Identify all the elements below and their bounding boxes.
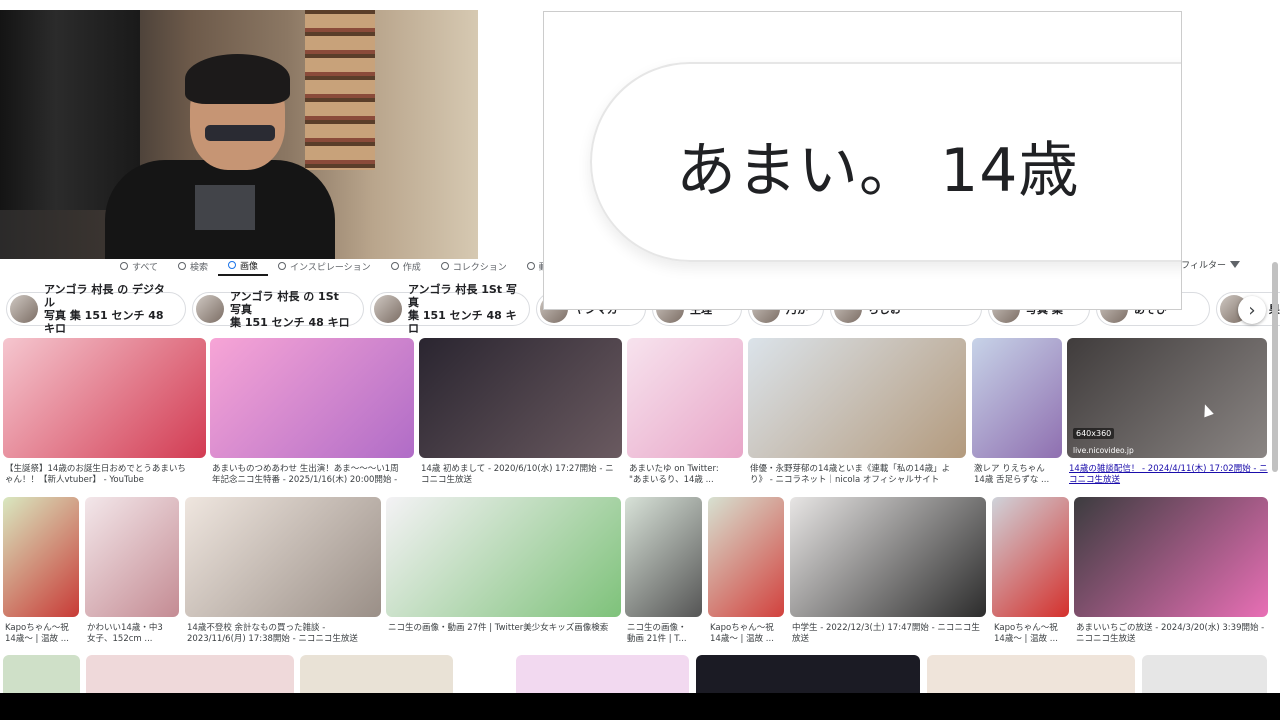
image-source-site: live.nicovideo.jp — [1073, 446, 1134, 455]
result-image[interactable] — [1074, 497, 1268, 617]
related-search-chip[interactable]: アンゴラ 村長 の 1St 写真 集 151 センチ 48 キロ — [192, 289, 364, 329]
chevron-right-icon[interactable]: › — [1238, 296, 1266, 324]
search-tabs: すべて検索画像インスピレーション作成コレクション動画 — [110, 256, 567, 276]
result-image[interactable] — [185, 497, 381, 617]
zoomed-search-box: あまい。 14歳 — [543, 11, 1182, 310]
search-query-text: あまい。 14歳 — [676, 136, 1080, 206]
scrollbar[interactable] — [1272, 262, 1278, 472]
result-image[interactable] — [748, 338, 966, 458]
tab-1[interactable]: 検索 — [168, 256, 218, 276]
result-image[interactable] — [625, 497, 702, 617]
tab-0[interactable]: すべて — [110, 256, 168, 276]
result-image[interactable] — [86, 655, 294, 693]
result-caption[interactable]: 14歳の雑談配信！ - 2024/4/11(木) 17:02開始 - ニ コニコ… — [1069, 464, 1279, 486]
result-image[interactable] — [972, 338, 1062, 458]
chip-label: アンゴラ 村長 の デジタル 写真 集 151 センチ 48 キロ — [44, 283, 165, 335]
result-caption[interactable]: 14歳 初めまして - 2020/6/10(水) 17:27開始 - ニ コニコ… — [421, 464, 634, 486]
screen: { "search_tabs": [ {"label": "すべて", "ico… — [0, 0, 1280, 720]
chip-label: アンゴラ 村長 1St 写真 集 151 センチ 48 キロ — [408, 283, 517, 335]
tab-label: 検索 — [190, 262, 209, 273]
result-image[interactable] — [708, 497, 784, 617]
image-icon — [228, 261, 237, 269]
result-caption[interactable]: 【生誕祭】14歳のお誕生日おめでとうあまいち ゃん！！【新人vtuber】 - … — [5, 464, 218, 486]
webcam-glasses — [205, 125, 275, 141]
tab-label: 作成 — [402, 262, 421, 273]
tab-2[interactable]: 画像 — [218, 256, 269, 276]
tab-label: コレクション — [452, 262, 507, 273]
result-image[interactable] — [516, 655, 689, 693]
related-search-chip[interactable]: アンゴラ 村長 1St 写真 集 151 センチ 48 キロ — [370, 283, 530, 335]
collection-icon — [440, 262, 449, 270]
webcam-bookshelf — [305, 10, 375, 170]
result-image[interactable] — [627, 338, 743, 458]
tab-3[interactable]: インスピレーション — [268, 256, 381, 276]
result-caption[interactable]: あまいいちごの放送 - 2024/3/20(水) 3:39開始 - ニコニコ生放… — [1076, 623, 1280, 645]
result-image[interactable] — [3, 338, 206, 458]
result-image[interactable] — [3, 497, 79, 617]
create-icon — [390, 262, 399, 270]
result-caption[interactable]: 中学生 - 2022/12/3(土) 17:47開始 - ニコニコ生 放送 — [792, 623, 1018, 645]
tab-label: 画像 — [240, 261, 259, 272]
result-caption[interactable]: あまいものつめあわせ 生出演！あま〜〜〜い1周 年記念ニコ生特番 - 2025/… — [212, 464, 426, 486]
result-caption[interactable]: 14歳不登校 余計なもの買った雑談 - 2023/11/6(月) 17:38開始… — [187, 623, 413, 645]
result-caption[interactable]: 俳優・永野芽郁の14歳といま《連載「私の14歳」よ り》 - ニコラネット｜ni… — [750, 464, 978, 486]
image-size-badge: 640x360 — [1073, 428, 1115, 439]
funnel-icon — [1230, 261, 1240, 268]
tab-label: すべて — [132, 262, 159, 273]
search-icon — [178, 262, 187, 270]
filters-label: フィルター — [1181, 261, 1226, 271]
result-image[interactable] — [790, 497, 986, 617]
bottom-black-bar — [0, 693, 1280, 720]
result-image[interactable] — [419, 338, 622, 458]
result-image[interactable] — [1142, 655, 1267, 693]
webcam-overlay — [0, 10, 478, 259]
result-caption[interactable]: 激レア りえちゃん 14歳 舌足らずな ... — [974, 464, 1074, 486]
filters-button[interactable]: フィルター — [1181, 258, 1240, 271]
result-image[interactable] — [210, 338, 414, 458]
tab-5[interactable]: コレクション — [431, 256, 517, 276]
tab-label: インスピレーション — [290, 262, 371, 273]
result-image[interactable] — [696, 655, 920, 693]
result-image[interactable] — [3, 655, 80, 693]
result-image[interactable] — [300, 655, 453, 693]
result-image[interactable] — [386, 497, 621, 617]
video-icon — [526, 262, 535, 270]
search-icon — [120, 262, 128, 270]
result-image[interactable] — [927, 655, 1135, 693]
chip-thumbnail — [196, 295, 224, 323]
result-image[interactable] — [992, 497, 1069, 617]
result-caption[interactable]: あまいたゆ on Twitter: "あまいるり、14歳 ... — [629, 464, 755, 486]
result-image[interactable]: 640x360 live.nicovideo.jp — [1067, 338, 1267, 458]
chip-thumbnail — [10, 295, 38, 323]
related-search-chip[interactable]: アンゴラ 村長 の デジタル 写真 集 151 センチ 48 キロ — [6, 283, 186, 335]
chip-label: アンゴラ 村長 の 1St 写真 集 151 センチ 48 キロ — [230, 289, 350, 329]
chip-thumbnail — [374, 295, 402, 323]
webcam-person-hair — [185, 54, 290, 104]
tab-4[interactable]: 作成 — [381, 256, 431, 276]
sparkle-icon — [278, 262, 287, 270]
webcam-shirt-print — [195, 185, 255, 230]
result-image[interactable] — [85, 497, 179, 617]
result-caption[interactable]: ニコ生の画像・動画 27件 | Twitter美少女キッズ画像検索 — [388, 623, 653, 634]
